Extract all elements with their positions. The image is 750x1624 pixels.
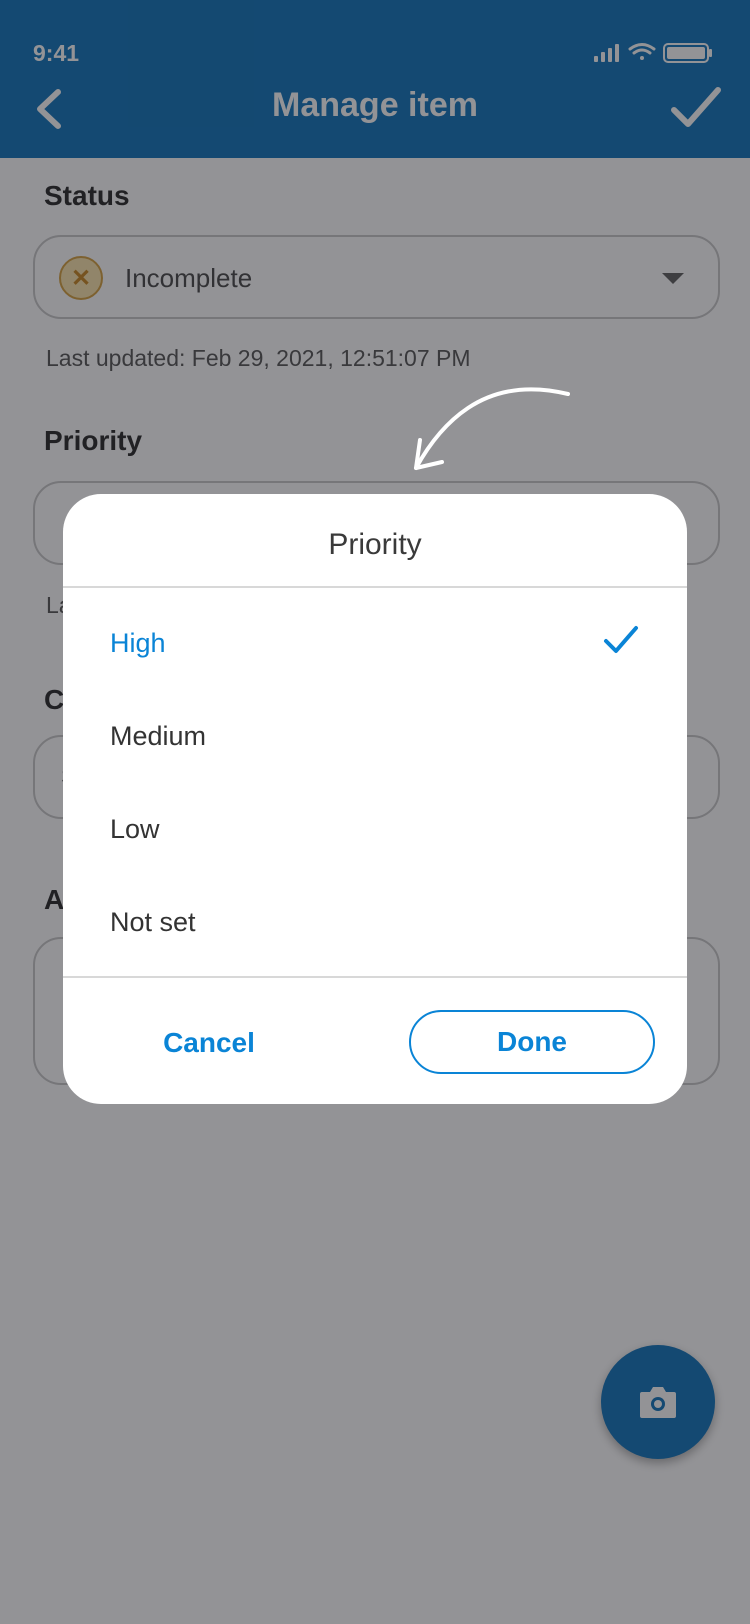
priority-picker-dialog: Priority High Medium Low Not set Cancel … xyxy=(63,494,687,1104)
divider xyxy=(63,586,687,588)
option-not-set[interactable]: Not set xyxy=(63,877,687,969)
option-label: Medium xyxy=(110,721,207,751)
dialog-title: Priority xyxy=(328,528,422,561)
option-label: High xyxy=(110,628,166,658)
checkmark-icon xyxy=(604,626,638,653)
option-label: Not set xyxy=(110,907,196,937)
divider xyxy=(63,976,687,978)
option-low[interactable]: Low xyxy=(63,784,687,876)
option-medium[interactable]: Medium xyxy=(63,691,687,783)
done-button[interactable]: Done xyxy=(409,1010,655,1074)
annotation-arrow-icon xyxy=(400,380,580,480)
option-high[interactable]: High xyxy=(63,598,687,690)
cancel-button[interactable]: Cancel xyxy=(109,1012,309,1074)
option-label: Low xyxy=(110,814,160,844)
